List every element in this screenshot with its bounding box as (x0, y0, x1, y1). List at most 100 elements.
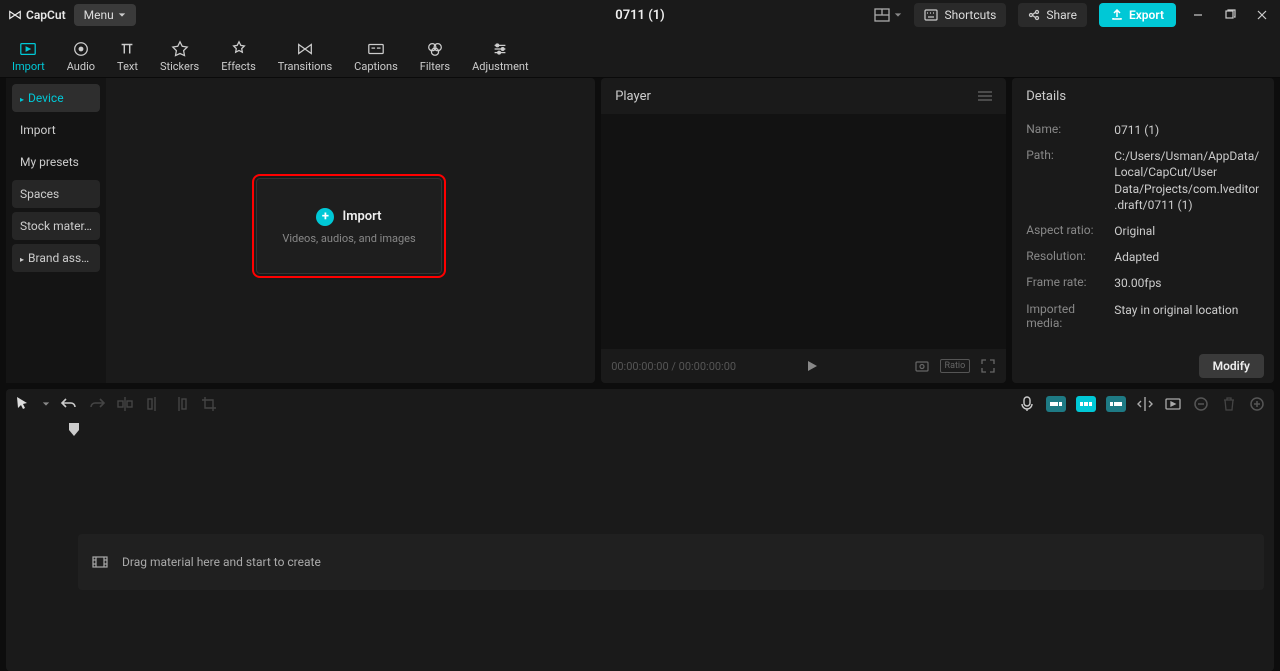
import-box[interactable]: + Import Videos, audios, and images (256, 178, 442, 274)
share-button[interactable]: Share (1018, 3, 1087, 27)
tab-transitions[interactable]: Transitions (278, 40, 332, 77)
share-icon (1028, 9, 1040, 21)
text-icon (118, 40, 136, 58)
menu-button[interactable]: Menu (74, 4, 136, 26)
layout-icon (874, 8, 890, 22)
preview-button[interactable] (1164, 395, 1182, 413)
detail-path: Path:C:/Users/Usman/AppData/Local/CapCut… (1026, 148, 1260, 213)
details-header: Details (1012, 78, 1274, 114)
minimize-button[interactable] (1188, 5, 1208, 25)
player-title: Player (615, 89, 651, 104)
menu-label: Menu (84, 8, 114, 22)
details-title: Details (1026, 89, 1066, 104)
player-viewport[interactable] (601, 114, 1006, 349)
time-display: 00:00:00:00 / 00:00:00:00 (611, 360, 736, 373)
app-logo: CapCut (8, 8, 66, 22)
sidebar-item-device[interactable]: ▸Device (12, 84, 100, 112)
plus-icon: + (316, 208, 334, 226)
adjustment-icon (491, 40, 509, 58)
detail-fps: Frame rate:30.00fps (1026, 275, 1260, 291)
timeline-gutter (6, 419, 78, 671)
titlebar: CapCut Menu 0711 (1) Shortcuts Share Exp… (0, 0, 1280, 30)
modify-button[interactable]: Modify (1199, 354, 1264, 378)
sidebar-item-brand[interactable]: ▸Brand assets (12, 244, 100, 272)
crop-button (200, 395, 218, 413)
shortcuts-label: Shortcuts (944, 8, 996, 22)
export-label: Export (1129, 8, 1164, 22)
magnet-left-button[interactable] (1046, 396, 1066, 412)
captions-icon (367, 40, 385, 58)
maximize-button[interactable] (1220, 5, 1240, 25)
filters-icon (426, 40, 444, 58)
logo-text: CapCut (26, 8, 66, 22)
tab-audio[interactable]: Audio (67, 40, 95, 77)
timeline-toolbar (6, 389, 1274, 419)
ratio-button[interactable]: Ratio (940, 359, 971, 373)
tab-text[interactable]: Text (117, 40, 138, 77)
film-icon (92, 556, 108, 568)
keyboard-icon (924, 9, 938, 21)
effects-icon (230, 40, 248, 58)
timeline-drop-zone[interactable]: Drag material here and start to create (78, 534, 1264, 590)
logo-icon (8, 8, 22, 22)
sidebar-item-spaces[interactable]: Spaces (12, 180, 100, 208)
details-panel: Details Name:0711 (1) Path:C:/Users/Usma… (1012, 78, 1274, 383)
share-label: Share (1046, 8, 1077, 22)
zoom-slider-plus[interactable] (1248, 395, 1266, 413)
microphone-button[interactable] (1018, 395, 1036, 413)
hamburger-icon[interactable] (978, 90, 992, 102)
tab-effects[interactable]: Effects (221, 40, 256, 77)
snapshot-icon[interactable] (914, 358, 930, 374)
sidebar-item-import[interactable]: Import (12, 116, 100, 144)
drop-hint: Drag material here and start to create (122, 555, 321, 569)
detail-resolution: Resolution:Adapted (1026, 249, 1260, 265)
import-label: Import (342, 209, 381, 224)
pointer-tool[interactable] (14, 395, 32, 413)
tab-import[interactable]: Import (12, 40, 45, 77)
split-button (116, 395, 134, 413)
trim-left-button (144, 395, 162, 413)
sidebar-item-stock[interactable]: Stock mater... (12, 212, 100, 240)
tab-filters[interactable]: Filters (420, 40, 450, 77)
detail-aspect: Aspect ratio:Original (1026, 223, 1260, 239)
detail-name: Name:0711 (1) (1026, 122, 1260, 138)
magnet-center-button[interactable] (1076, 396, 1096, 412)
chevron-down-icon[interactable] (42, 400, 50, 408)
tab-stickers[interactable]: Stickers (160, 40, 199, 77)
audio-icon (72, 40, 90, 58)
redo-button (88, 395, 106, 413)
tab-adjustment[interactable]: Adjustment (472, 40, 529, 77)
import-icon (19, 40, 37, 58)
layout-toggle[interactable] (874, 8, 902, 22)
stickers-icon (171, 40, 189, 58)
close-button[interactable] (1252, 5, 1272, 25)
align-button[interactable] (1136, 395, 1154, 413)
import-subtitle: Videos, audios, and images (282, 232, 415, 245)
export-button[interactable]: Export (1099, 3, 1176, 27)
sidebar-item-presets[interactable]: My presets (12, 148, 100, 176)
tab-captions[interactable]: Captions (354, 40, 398, 77)
delete-button (1220, 395, 1238, 413)
magnet-right-button[interactable] (1106, 396, 1126, 412)
shortcuts-button[interactable]: Shortcuts (914, 3, 1006, 27)
main-tabs: Import Audio Text Stickers Effects Trans… (0, 30, 1280, 78)
detail-imported: Imported media:Stay in original location (1026, 302, 1260, 330)
timeline[interactable]: Drag material here and start to create (6, 419, 1274, 671)
play-button[interactable] (806, 360, 818, 372)
media-sidebar: ▸Device Import My presets Spaces Stock m… (6, 78, 106, 383)
project-title: 0711 (1) (615, 8, 664, 23)
media-drop-area: + Import Videos, audios, and images (106, 78, 595, 383)
player-panel: Player 00:00:00:00 / 00:00:00:00 Ratio (601, 78, 1006, 383)
zoom-slider-minus[interactable] (1192, 395, 1210, 413)
timeline-tracks[interactable]: Drag material here and start to create (78, 419, 1274, 671)
chevron-down-icon (118, 11, 126, 19)
player-controls: 00:00:00:00 / 00:00:00:00 Ratio (601, 349, 1006, 383)
export-icon (1111, 9, 1123, 21)
fullscreen-icon[interactable] (980, 358, 996, 374)
trim-right-button (172, 395, 190, 413)
player-header: Player (601, 78, 1006, 114)
transitions-icon (296, 40, 314, 58)
media-panel: ▸Device Import My presets Spaces Stock m… (6, 78, 595, 383)
chevron-down-icon (894, 11, 902, 19)
undo-button[interactable] (60, 395, 78, 413)
